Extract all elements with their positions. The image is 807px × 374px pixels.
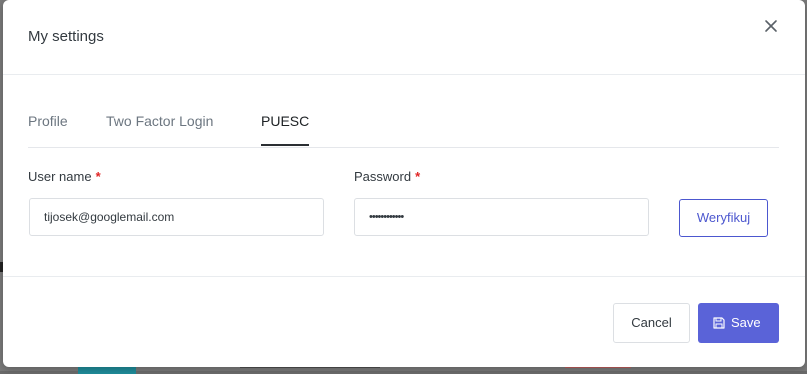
tab-profile[interactable]: Profile xyxy=(28,113,68,129)
close-button[interactable] xyxy=(761,16,781,36)
cancel-button[interactable]: Cancel xyxy=(613,303,690,343)
required-mark: * xyxy=(415,169,421,184)
password-label: Password * xyxy=(354,169,420,184)
save-button-label: Save xyxy=(731,315,761,330)
required-mark: * xyxy=(95,169,101,184)
username-input[interactable]: tijosek@googlemail.com xyxy=(29,198,324,236)
password-label-text: Password xyxy=(354,169,412,184)
username-label-text: User name xyxy=(28,169,92,184)
save-button[interactable]: Save xyxy=(698,303,779,343)
floppy-disk-icon xyxy=(713,317,725,329)
modal-header: My settings xyxy=(3,0,805,75)
password-input[interactable]: •••••••••••• xyxy=(354,198,649,236)
settings-modal: My settings Profile Two Factor Login PUE… xyxy=(3,0,805,367)
tab-puesc[interactable]: PUESC xyxy=(261,113,310,146)
settings-tabs: Profile Two Factor Login PUESC xyxy=(28,101,779,148)
close-icon xyxy=(765,20,777,32)
modal-title: My settings xyxy=(28,28,104,45)
verify-button[interactable]: Weryfikuj xyxy=(679,199,768,237)
tab-two-factor-login[interactable]: Two Factor Login xyxy=(106,113,213,129)
modal-footer: Cancel Save xyxy=(3,276,805,368)
username-label: User name * xyxy=(28,169,101,184)
